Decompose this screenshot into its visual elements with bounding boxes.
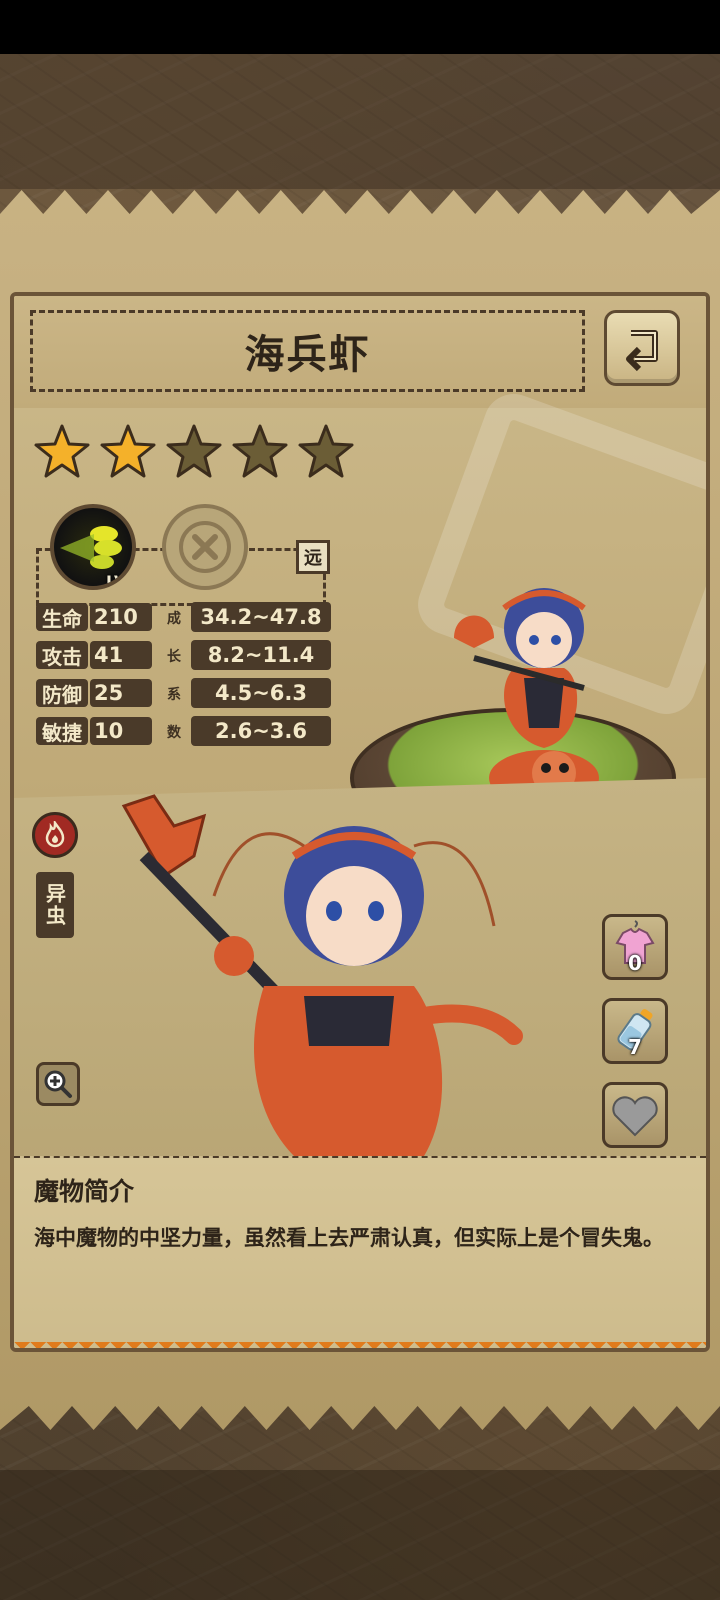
star-empty-icon <box>298 424 354 478</box>
star-filled-icon <box>100 424 156 478</box>
stat-value: 41 <box>90 641 152 669</box>
affection-button[interactable] <box>602 1082 668 1148</box>
stat-row: 防御 25 <box>36 678 152 708</box>
status-bar <box>0 0 720 54</box>
bottle-count: 7 <box>628 1035 642 1059</box>
stat-label: 敏捷 <box>36 717 88 745</box>
magnifier-plus-icon <box>44 1070 72 1098</box>
stat-value: 10 <box>90 717 152 745</box>
outfit-count: 0 <box>628 951 642 975</box>
growth-label-char: 数 <box>167 725 181 741</box>
star-filled-icon <box>34 424 90 478</box>
stat-row: 攻击 41 <box>36 640 152 670</box>
background-band-bottom <box>0 1470 720 1600</box>
growth-label-char: 成 <box>167 611 181 627</box>
growth-value: 34.2~47.8 <box>191 602 331 632</box>
race-label: 异虫 <box>36 872 74 938</box>
stat-label: 防御 <box>36 679 88 707</box>
return-icon <box>626 330 658 372</box>
locked-x-icon <box>179 521 231 573</box>
intro-text: 海中魔物的中坚力量，虽然看上去严肃认真，但实际上是个冒失鬼。 <box>34 1226 664 1250</box>
bottle-button[interactable]: 7 <box>602 998 668 1064</box>
growth-value: 8.2~11.4 <box>191 640 331 670</box>
title-frame: 海兵虾 <box>30 310 585 392</box>
star-empty-icon <box>166 424 222 478</box>
background-band-top <box>0 54 720 189</box>
intro-panel: 魔物简介 海中魔物的中坚力量，虽然看上去严肃认真，但实际上是个冒失鬼。 <box>14 1156 706 1348</box>
monster-portrait <box>121 794 523 1156</box>
range-badge: 远 <box>296 540 330 574</box>
stat-label: 生命 <box>36 603 88 631</box>
growth-label-char: 长 <box>167 649 181 665</box>
star-rating <box>32 422 356 482</box>
skill-slot-empty[interactable] <box>162 504 248 590</box>
stat-value: 210 <box>90 603 152 631</box>
stats-panel: LV:1 远 生命210 成 34.2~47.8 攻击41 长 8.2~11.4 防御25 系… <box>14 385 706 848</box>
element-badge <box>32 812 78 858</box>
stat-value: 25 <box>90 679 152 707</box>
growth-value: 2.6~3.6 <box>191 716 331 746</box>
monster-info-card: 海兵虾 LV:1 <box>10 292 710 1352</box>
decorative-border <box>14 1342 706 1348</box>
stat-row: 敏捷 10 <box>36 716 152 746</box>
growth-label-char: 系 <box>167 687 181 703</box>
intro-title: 魔物简介 <box>34 1177 135 1206</box>
stat-row: 生命 210 <box>36 602 152 632</box>
card-header: 海兵虾 <box>14 296 706 408</box>
monster-name: 海兵虾 <box>244 332 371 378</box>
skill-slot-1[interactable]: LV:1 <box>50 504 136 590</box>
fire-icon <box>45 821 65 848</box>
stat-label: 攻击 <box>36 641 88 669</box>
heart-icon <box>612 1096 658 1137</box>
outfit-button[interactable]: 0 <box>602 914 668 980</box>
star-empty-icon <box>232 424 288 478</box>
back-button[interactable] <box>604 310 680 386</box>
zoom-button[interactable] <box>36 1062 80 1106</box>
growth-value: 4.5~6.3 <box>191 678 331 708</box>
